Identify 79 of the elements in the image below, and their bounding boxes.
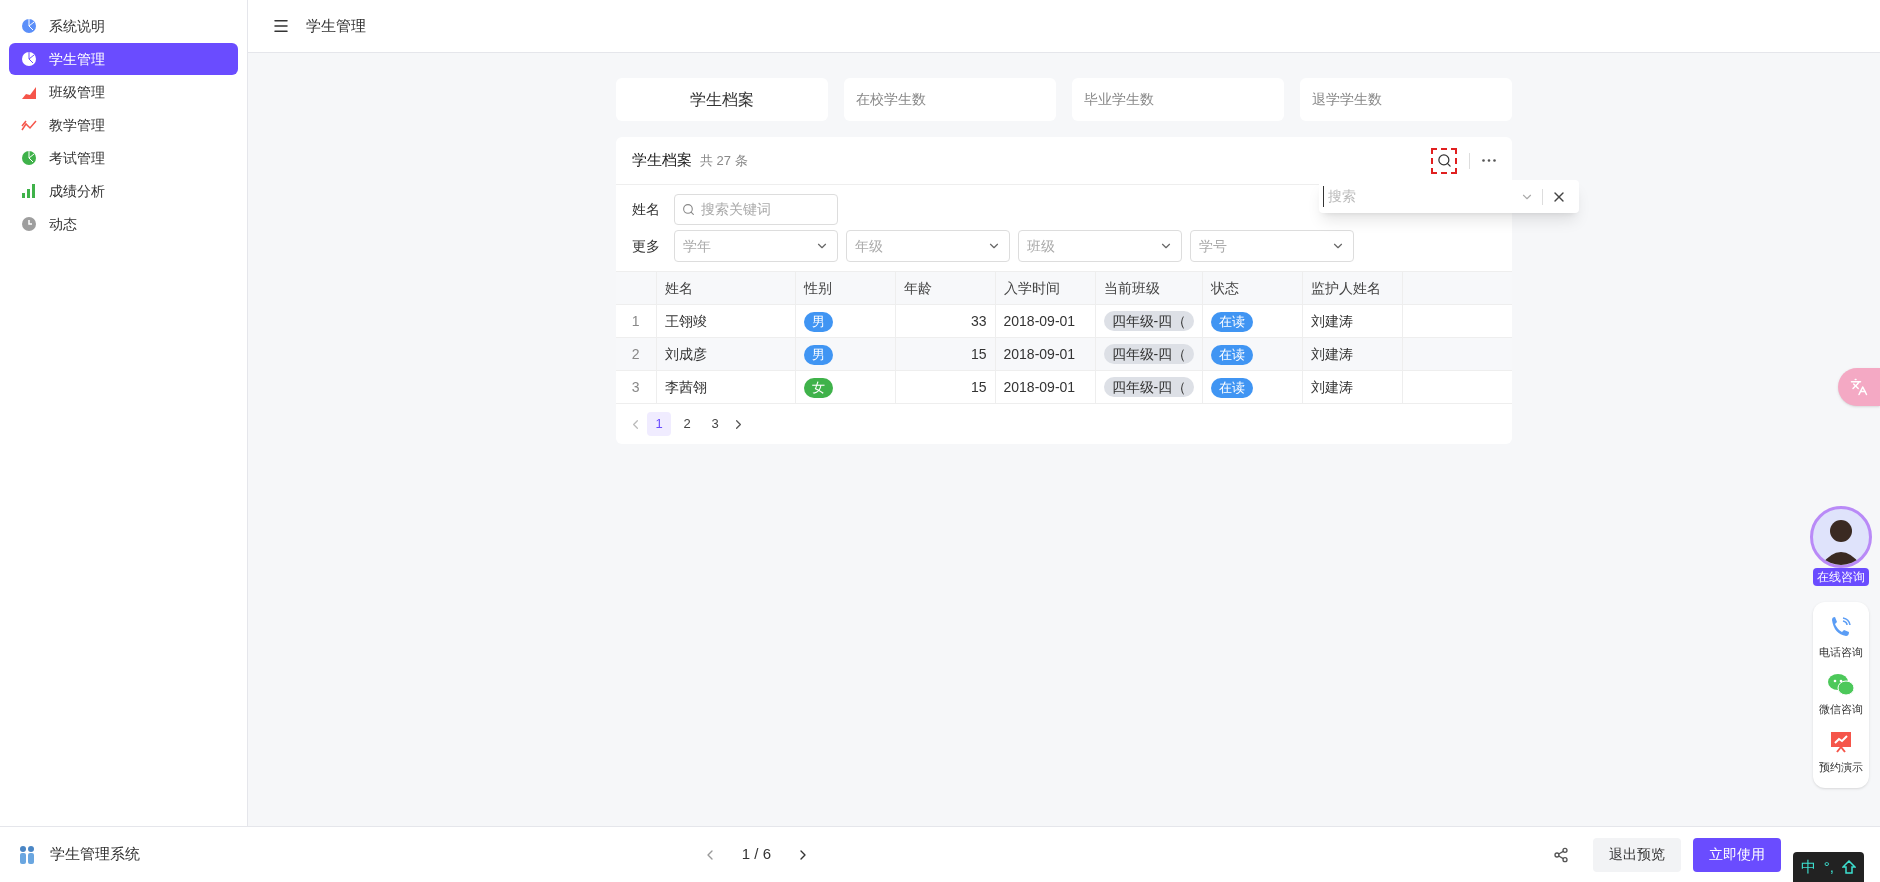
pie-chart-icon — [21, 18, 37, 34]
sidebar-item[interactable]: 考试管理 — [9, 142, 238, 174]
row-number: 3 — [616, 370, 656, 404]
column-header: 监护人姓名 — [1302, 271, 1403, 305]
class-tag: 四年级-四（ — [1103, 376, 1195, 397]
sidebar-item[interactable]: 系统说明 — [9, 10, 238, 42]
class-tag: 四年级-四（ — [1103, 310, 1195, 331]
sidebar-item[interactable]: 成绩分析 — [9, 175, 238, 207]
pie-chart-icon — [21, 51, 37, 67]
more-icon — [1482, 159, 1496, 162]
search-icon — [1436, 153, 1452, 168]
record-count: 共 27 条 — [700, 151, 748, 170]
chat-bubbles-icon — [1827, 672, 1855, 697]
search-field[interactable]: 搜索 — [1323, 186, 1512, 207]
row-number: 1 — [616, 304, 656, 338]
page-indicator: 1 / 6 — [741, 844, 771, 865]
filter-label: 更多 — [632, 236, 661, 256]
stat-card[interactable]: 毕业学生数 — [1072, 78, 1284, 121]
table-cell: 2018-09-01 — [995, 304, 1095, 338]
stat-card[interactable]: 退学学生数 — [1300, 78, 1512, 121]
gender-tag: 男 — [803, 344, 833, 365]
shift-arrow-icon[interactable] — [1842, 860, 1856, 874]
more-button[interactable] — [1482, 159, 1496, 162]
search-popup[interactable]: 搜索 — [1319, 180, 1579, 213]
page-button[interactable]: 2 — [675, 412, 699, 436]
sidebar-item[interactable]: 学生管理 — [9, 43, 238, 75]
table-cell: 15 — [895, 370, 995, 404]
exit-preview-button[interactable]: 退出预览 — [1592, 837, 1681, 872]
use-now-button[interactable]: 立即使用 — [1692, 837, 1781, 872]
column-header: 状态 — [1202, 271, 1303, 305]
column-header: 姓名 — [656, 271, 795, 305]
row-number: 2 — [616, 337, 656, 371]
sidebar-item[interactable]: 教学管理 — [9, 109, 238, 141]
online-consult-label[interactable]: 在线咨询 — [1813, 568, 1869, 586]
gender-tag: 男 — [803, 311, 833, 332]
table-cell: 王翎竣 — [656, 304, 795, 338]
ime-punctuation[interactable]: °, — [1823, 855, 1834, 879]
table-cell: 33 — [895, 304, 995, 338]
column-header: 当前班级 — [1095, 271, 1203, 305]
contact-option[interactable]: 预约演示 — [1819, 759, 1863, 776]
card-title: 学生档案 — [632, 150, 692, 171]
filter-label: 姓名 — [632, 199, 661, 219]
table-cell: 刘建涛 — [1302, 337, 1403, 371]
search-icon — [682, 202, 695, 216]
menu-icon[interactable] — [272, 17, 290, 35]
table-cell: 15 — [895, 337, 995, 371]
table-cell: 李茜翎 — [656, 370, 795, 404]
gender-tag: 女 — [803, 377, 833, 398]
translate-icon — [1850, 378, 1868, 396]
class-tag: 四年级-四（ — [1103, 343, 1195, 364]
stat-card[interactable]: 学生档案 — [616, 78, 828, 121]
sidebar-item[interactable]: 班级管理 — [9, 76, 238, 108]
table-cell: 2018-09-01 — [995, 337, 1095, 371]
clock-icon — [21, 216, 37, 232]
contact-option[interactable]: 微信咨询 — [1819, 700, 1863, 717]
ime-mode[interactable]: 中 — [1800, 855, 1816, 879]
stat-card[interactable]: 在校学生数 — [844, 78, 1056, 121]
bar-chart-icon — [21, 183, 37, 199]
page-button[interactable]: 1 — [647, 412, 671, 436]
status-tag: 在读 — [1211, 344, 1254, 365]
column-header: 性别 — [795, 271, 895, 305]
page-title: 学生管理 — [306, 15, 366, 36]
column-header: 年龄 — [895, 271, 995, 305]
table-cell: 刘建涛 — [1302, 304, 1403, 338]
search-button[interactable] — [1431, 147, 1457, 174]
keyword-search-field[interactable]: 搜索关键词 — [674, 193, 838, 225]
presentation-icon — [1828, 729, 1854, 755]
sidebar-item[interactable]: 动态 — [9, 208, 238, 240]
share-icon[interactable] — [1552, 846, 1569, 863]
app-name: 学生管理系统 — [50, 844, 140, 865]
page-button[interactable]: 3 — [703, 412, 727, 436]
contact-option[interactable]: 电话咨询 — [1819, 644, 1863, 661]
table-cell: 刘建涛 — [1302, 370, 1403, 404]
pie-chart-icon — [21, 150, 37, 166]
status-tag: 在读 — [1211, 311, 1254, 332]
status-tag: 在读 — [1211, 377, 1254, 398]
table-cell: 2018-09-01 — [995, 370, 1095, 404]
column-header: 入学时间 — [995, 271, 1095, 305]
table-cell: 刘成彦 — [656, 337, 795, 371]
